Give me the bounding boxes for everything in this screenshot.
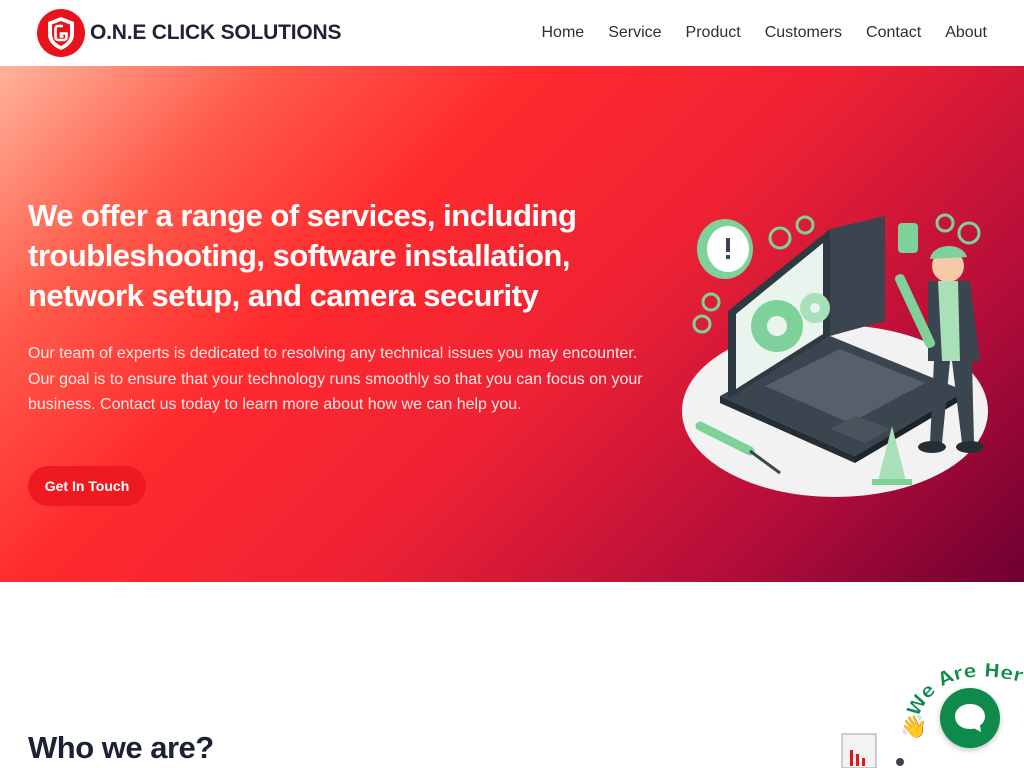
main-nav: Home Service Product Customers Contact A…	[518, 0, 988, 66]
waving-hand-icon: 👋	[900, 714, 927, 738]
hero-title: We offer a range of services, including …	[28, 198, 577, 313]
nav-item-contact[interactable]: Contact	[866, 24, 921, 42]
nav-item-product[interactable]: Product	[686, 24, 741, 42]
nav-item-service[interactable]: Service	[608, 24, 661, 42]
chat-bubble-icon	[955, 704, 985, 732]
brand-name: O.N.E CLICK SOLUTIONS	[90, 21, 342, 44]
chat-button[interactable]	[940, 688, 1000, 748]
brand-logo[interactable]: O.N.E CLICK SOLUTIONS	[36, 8, 342, 58]
nav-item-about[interactable]: About	[945, 24, 987, 42]
hero-description: Our team of experts is dedicated to reso…	[28, 345, 643, 413]
nav-item-home[interactable]: Home	[542, 24, 585, 42]
get-in-touch-button[interactable]: Get In Touch	[28, 466, 146, 506]
technician-laptop-illustration	[682, 213, 988, 497]
hero-section: We offer a range of services, including …	[0, 66, 1024, 582]
who-we-are-title: Who we are?	[28, 730, 214, 765]
nav-item-customers[interactable]: Customers	[765, 24, 842, 42]
site-header: O.N.E CLICK SOLUTIONS Home Service Produ…	[0, 0, 1024, 66]
brand-logo-icon	[37, 9, 85, 57]
